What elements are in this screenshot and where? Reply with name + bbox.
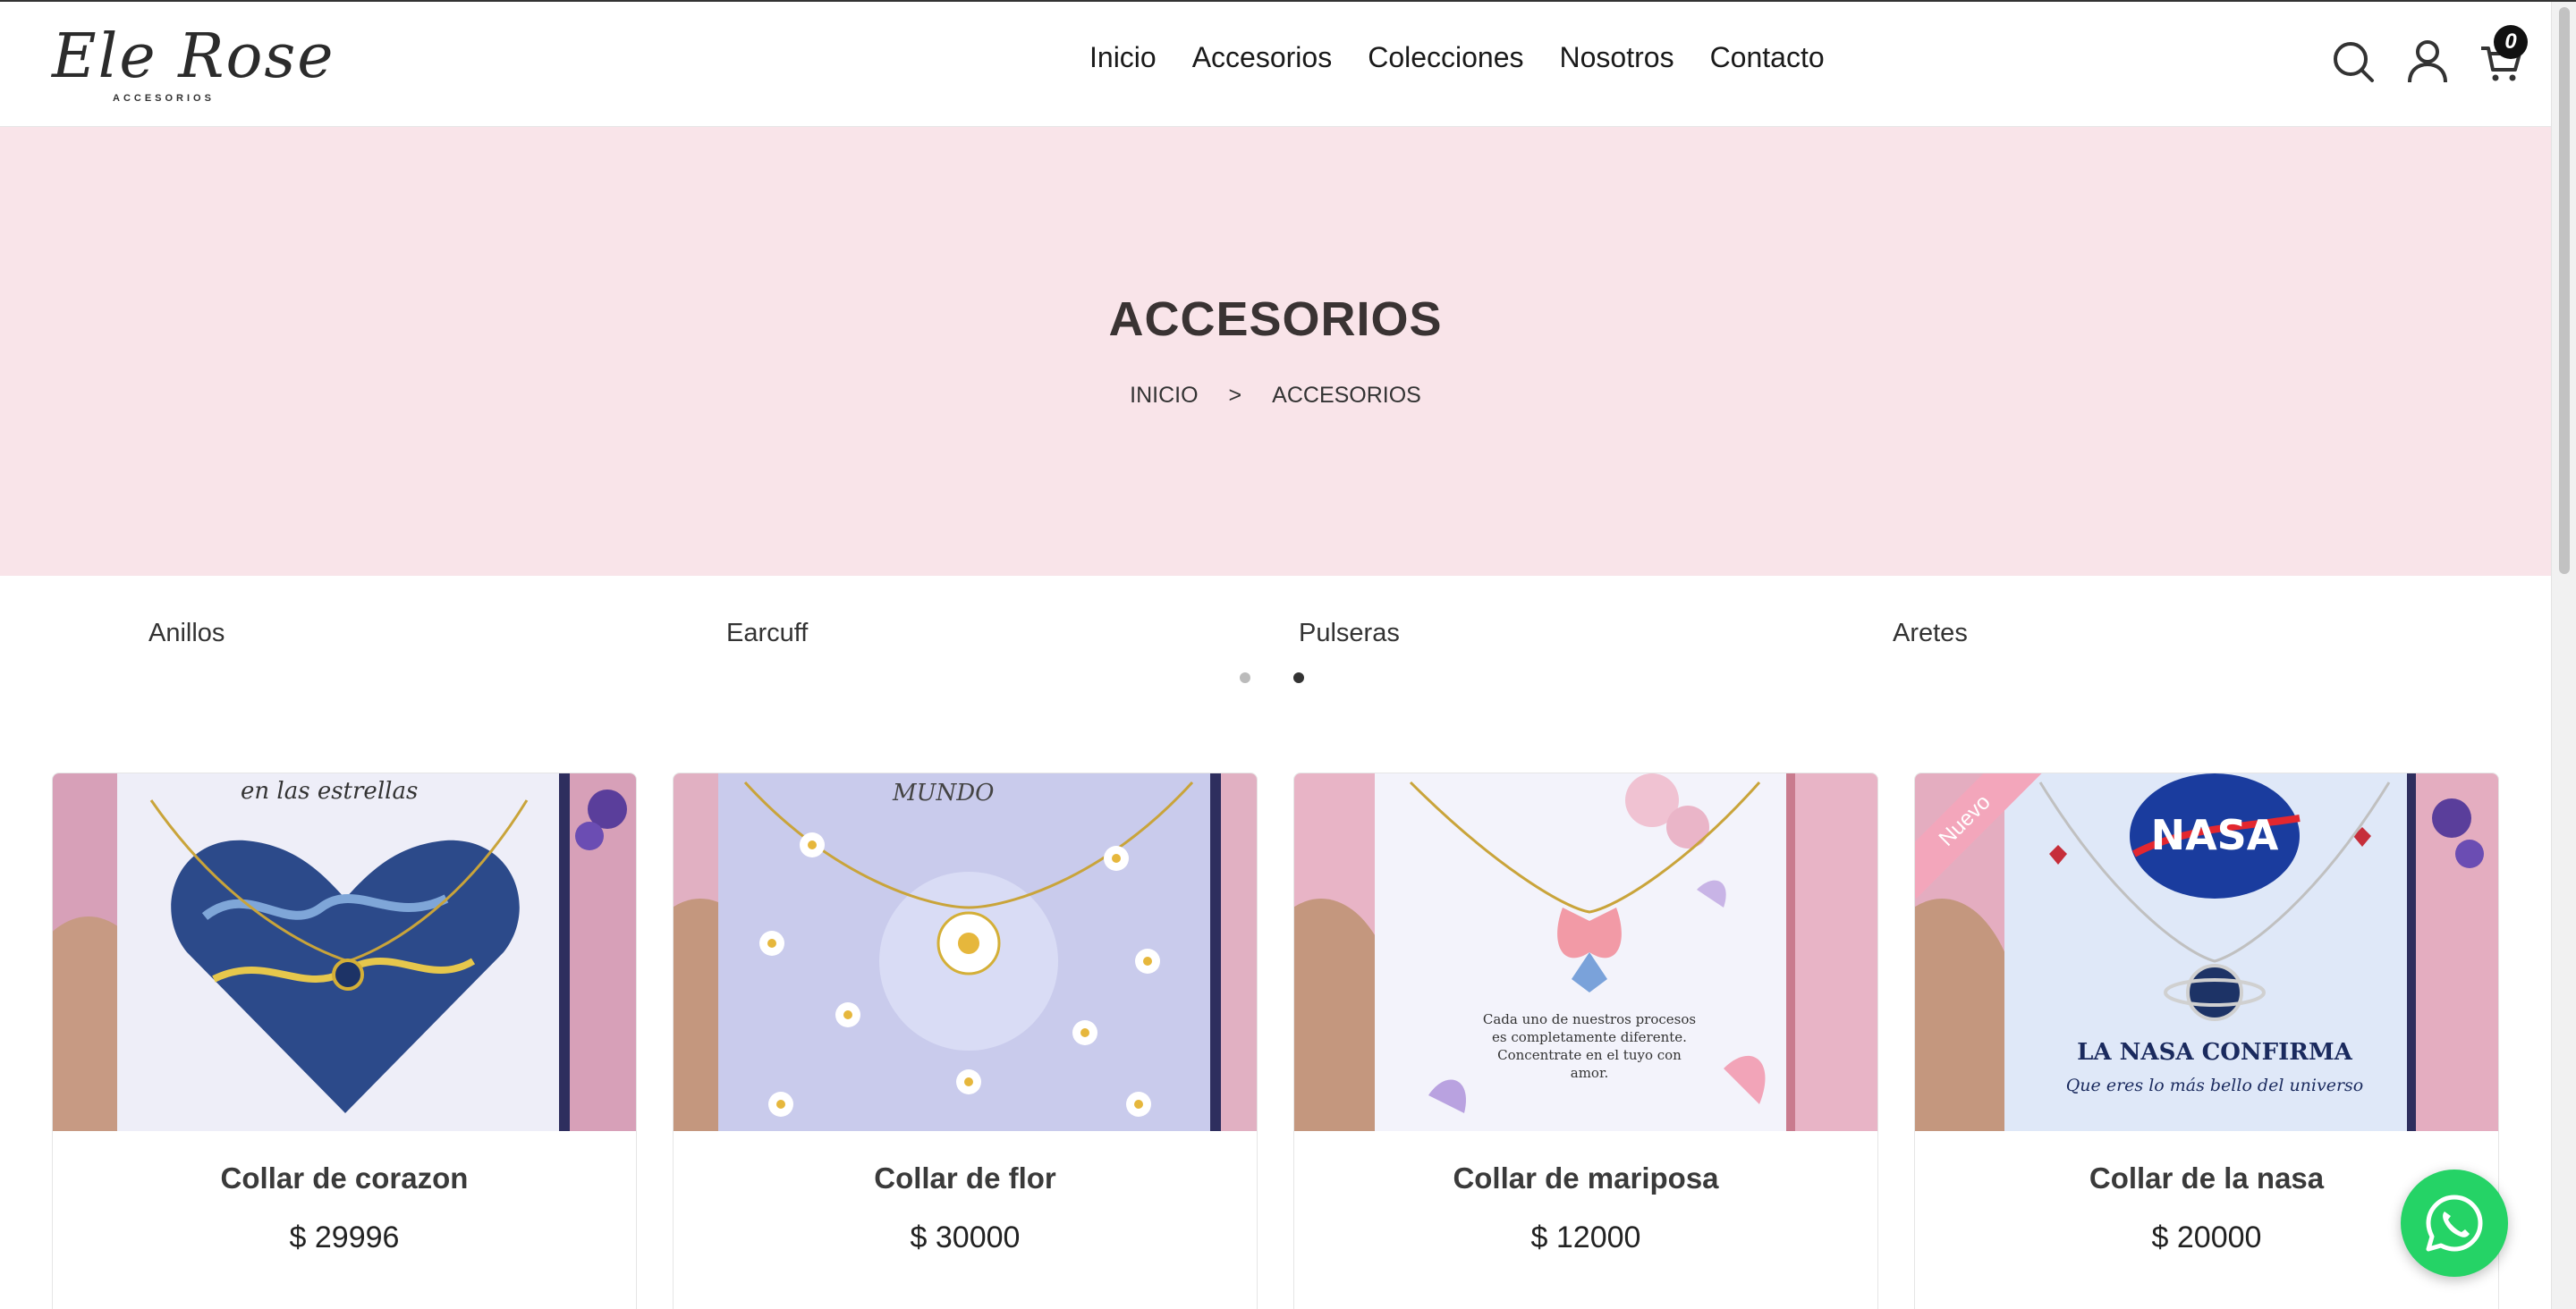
category-aretes[interactable]: Aretes <box>1893 619 1968 648</box>
nav-inicio[interactable]: Inicio <box>1089 41 1157 74</box>
product-card-text: MUNDO <box>892 780 994 807</box>
product-image: Cada uno de nuestros procesos es completa… <box>1294 773 1877 1131</box>
page: Ele Rose ACCESORIOS Inicio Accesorios Co… <box>0 0 2576 1309</box>
logo-subtitle: ACCESORIOS <box>113 93 215 104</box>
whatsapp-button[interactable] <box>2401 1170 2508 1277</box>
breadcrumb-inicio[interactable]: INICIO <box>1130 383 1198 409</box>
carousel-dots <box>1240 672 1304 683</box>
whatsapp-icon <box>2426 1195 2483 1252</box>
page-scrollbar[interactable] <box>2551 2 2576 1309</box>
user-icon[interactable] <box>2406 38 2449 84</box>
product-card-text: en las estrellas <box>241 778 418 805</box>
category-earcuff[interactable]: Earcuff <box>726 619 808 648</box>
header-icons: 0 <box>2333 25 2528 84</box>
product-image: MUNDO <box>674 773 1257 1131</box>
nav-contacto[interactable]: Contacto <box>1710 41 1825 74</box>
scrollbar-thumb[interactable] <box>2559 7 2570 574</box>
nasa-logo-text: NASA <box>2151 811 2279 859</box>
main-nav: Inicio Accesorios Colecciones Nosotros C… <box>1089 41 1825 74</box>
nav-nosotros[interactable]: Nosotros <box>1560 41 1674 74</box>
site-header: Ele Rose ACCESORIOS Inicio Accesorios Co… <box>0 2 2551 127</box>
cart-count-badge: 0 <box>2494 25 2528 59</box>
product-name: Collar de mariposa <box>1453 1161 1719 1195</box>
breadcrumb-current: ACCESORIOS <box>1272 383 1421 408</box>
breadcrumb: INICIO > ACCESORIOS <box>0 383 2551 409</box>
product-card[interactable]: MUNDO Collar de flor $ 30000 <box>673 773 1258 1309</box>
category-anillos[interactable]: Anillos <box>148 619 225 648</box>
product-price: $ 30000 <box>910 1220 1021 1254</box>
product-image: en las estrellas <box>53 773 636 1131</box>
carousel-dot-1[interactable] <box>1240 672 1250 683</box>
category-carousel: Anillos Earcuff Pulseras Aretes <box>0 576 2551 701</box>
product-name: Collar de corazon <box>220 1161 469 1195</box>
product-price: $ 12000 <box>1530 1220 1641 1254</box>
breadcrumb-separator: > <box>1228 383 1242 408</box>
product-price: $ 29996 <box>289 1220 400 1254</box>
nav-accesorios[interactable]: Accesorios <box>1192 41 1333 74</box>
logo-text: Ele Rose <box>52 21 335 92</box>
product-card-text: LA NASA CONFIRMA <box>2077 1039 2353 1066</box>
cart-icon[interactable]: 0 <box>2479 25 2528 84</box>
product-image: NASA LA NASA CONFIRMA Que eres lo más be… <box>1915 773 2498 1131</box>
product-card[interactable]: Cada uno de nuestros procesos es completa… <box>1293 773 1878 1309</box>
nav-colecciones[interactable]: Colecciones <box>1368 41 1523 74</box>
search-icon[interactable] <box>2333 38 2376 84</box>
page-title: ACCESORIOS <box>1108 292 1443 346</box>
product-card[interactable]: en las estrellas Collar de corazon $ 299… <box>52 773 637 1309</box>
page-hero: ACCESORIOS INICIO > ACCESORIOS <box>0 127 2551 576</box>
logo[interactable]: Ele Rose ACCESORIOS <box>52 21 334 111</box>
product-name: Collar de flor <box>874 1161 1056 1195</box>
carousel-dot-2[interactable] <box>1293 672 1304 683</box>
product-card-subtext: Que eres lo más bello del universo <box>2066 1076 2364 1095</box>
category-pulseras[interactable]: Pulseras <box>1299 619 1400 648</box>
